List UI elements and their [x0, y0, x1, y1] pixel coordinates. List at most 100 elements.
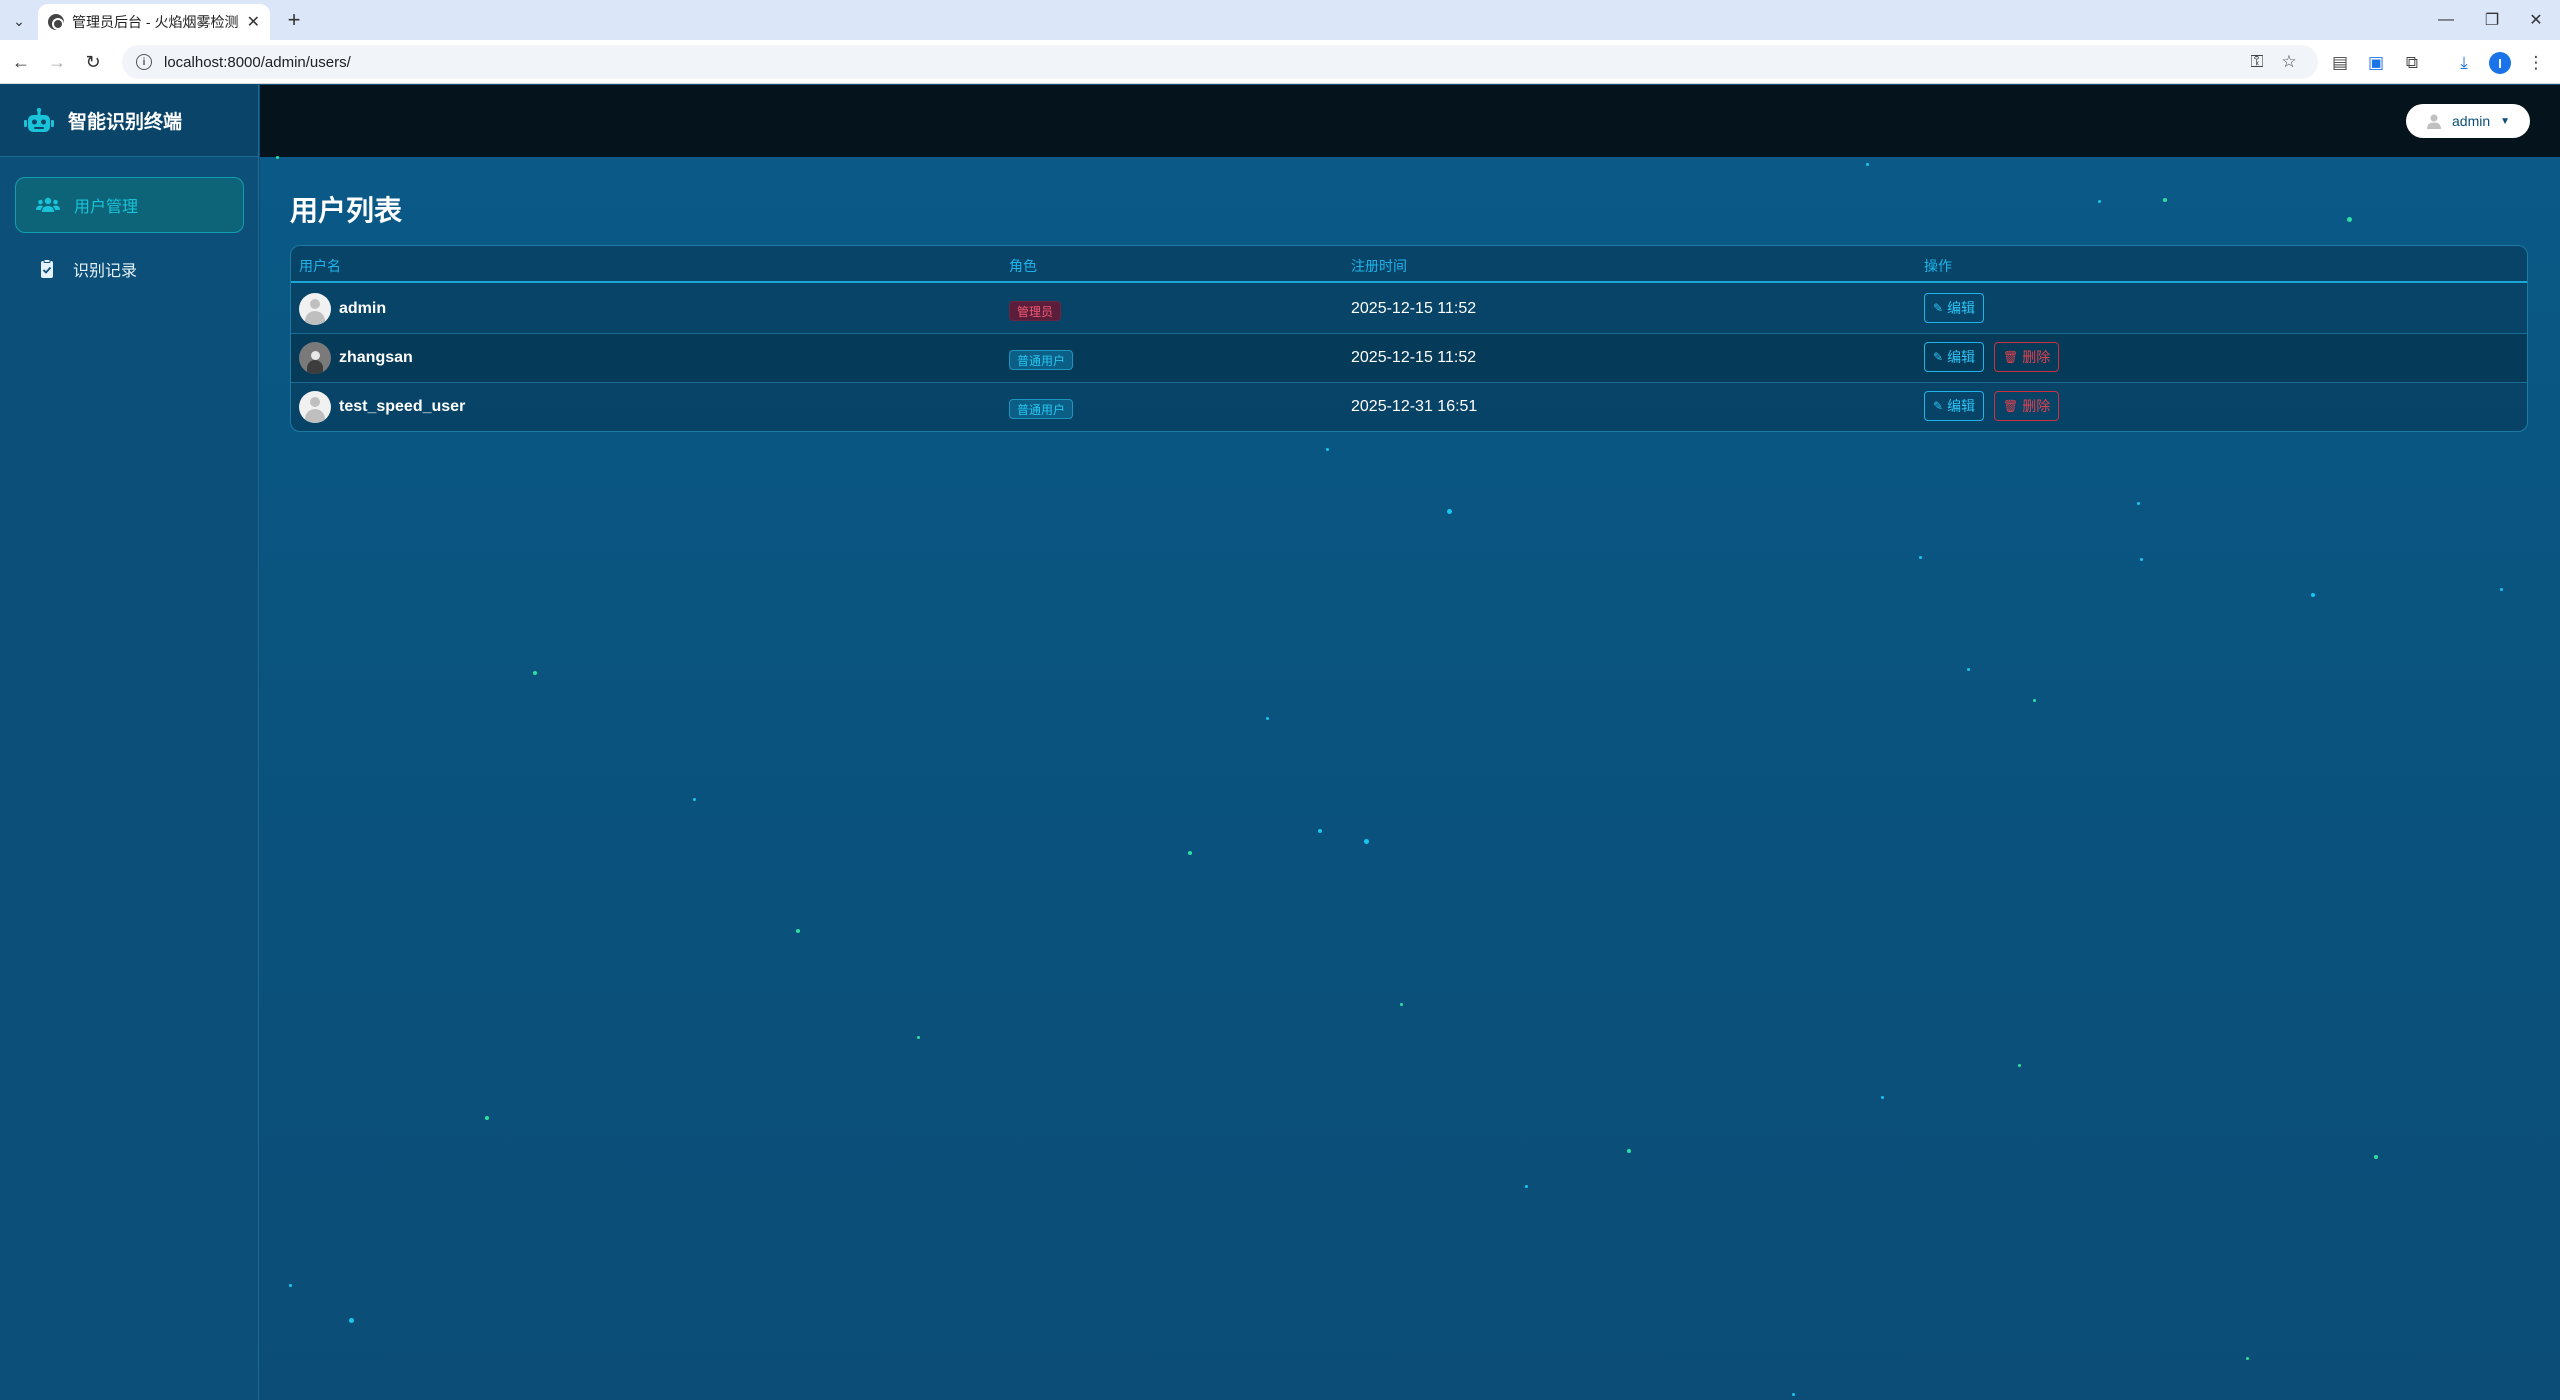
particle-dot: [1188, 851, 1192, 855]
table-row: test_speed_user 普通用户 2025-12-31 16:51 ✎ …: [291, 383, 2527, 431]
profile-avatar[interactable]: I: [2486, 49, 2514, 77]
reading-mode-icon[interactable]: ▤: [2326, 49, 2354, 77]
particle-dot: [2347, 217, 2352, 222]
particle-dot: [1525, 1185, 1528, 1188]
table-header: 用户名 角色 注册时间 操作: [291, 246, 2527, 283]
pencil-icon: ✎: [1933, 399, 1944, 413]
brand-name: 智能识别终端: [68, 112, 183, 133]
sidebar-item-users[interactable]: 用户管理: [15, 177, 244, 233]
restore-icon[interactable]: ❐: [2474, 4, 2510, 36]
browser-tab-bar: ⌄ 管理员后台 - 火焰烟雾检测系统 ✕ + — ❐ ✕: [0, 0, 2560, 40]
column-header-actions: 操作: [1924, 258, 1952, 274]
edit-button-label: 编辑: [1947, 398, 1976, 414]
particle-dot: [1627, 1149, 1631, 1153]
new-tab-button[interactable]: +: [280, 6, 308, 34]
particle-dot: [2140, 558, 2143, 561]
column-header-registered: 注册时间: [1351, 258, 1407, 274]
site-info-icon[interactable]: i: [136, 54, 152, 70]
column-header-role: 角色: [1009, 258, 1037, 274]
password-key-icon[interactable]: ⚿: [2244, 49, 2270, 75]
user-menu-button[interactable]: admin ▼: [2406, 104, 2530, 138]
avatar: [299, 342, 331, 374]
particle-dot: [693, 798, 696, 801]
pencil-icon: ✎: [1933, 350, 1944, 364]
username-cell: test_speed_user: [339, 398, 466, 415]
users-icon: [36, 197, 60, 212]
edit-button[interactable]: ✎ 编辑: [1924, 391, 1985, 421]
particle-dot: [917, 1036, 920, 1039]
trash-icon: 🗑: [2003, 399, 2019, 413]
column-header-username: 用户名: [299, 258, 341, 274]
username-cell: zhangsan: [339, 349, 413, 366]
bookmark-star-icon[interactable]: ☆: [2276, 49, 2302, 75]
particle-dot: [1866, 163, 1869, 166]
particle-dot: [2500, 588, 2503, 591]
particle-dot: [2163, 198, 2167, 202]
particle-dot: [276, 156, 279, 159]
browser-tab-active[interactable]: 管理员后台 - 火焰烟雾检测系统 ✕: [38, 4, 270, 40]
sidebar-item-records[interactable]: 识别记录: [15, 241, 244, 297]
particle-dot: [1266, 717, 1269, 720]
page-title: 用户列表: [290, 195, 403, 226]
clipboard-check-icon: [41, 259, 53, 278]
avatar: [299, 391, 331, 423]
registered-time-cell: 2025-12-15 11:52: [1351, 300, 1477, 317]
brand-header: 智能识别终端: [0, 85, 258, 157]
particle-dot: [796, 929, 800, 933]
delete-button[interactable]: 🗑 删除: [1994, 391, 2060, 421]
particle-dot: [1364, 839, 1369, 844]
address-bar[interactable]: i localhost:8000/admin/users/: [122, 45, 2318, 79]
extensions-puzzle-icon[interactable]: ⧉: [2398, 49, 2426, 77]
reload-icon[interactable]: ↻: [80, 49, 106, 75]
trash-icon: 🗑: [2003, 350, 2019, 364]
tab-title: 管理员后台 - 火焰烟雾检测系统: [72, 14, 239, 30]
url-text: localhost:8000/admin/users/: [164, 53, 351, 71]
minimize-icon[interactable]: —: [2428, 4, 2464, 36]
particle-dot: [1881, 1096, 1884, 1099]
back-arrow-icon[interactable]: ←: [8, 49, 34, 75]
user-menu-label: admin: [2452, 113, 2491, 129]
particle-dot: [2246, 1357, 2249, 1360]
forward-arrow-icon[interactable]: →: [44, 49, 70, 75]
particle-dot: [1967, 668, 1970, 671]
particle-dot: [2311, 593, 2315, 597]
registered-time-cell: 2025-12-31 16:51: [1351, 398, 1478, 415]
download-icon[interactable]: ⤓: [2450, 49, 2478, 77]
admin-app: 智能识别终端 用户管理 识别记录 admin ▼ 用户列表 用户名 角色 注册时…: [0, 85, 2560, 1400]
particle-dot: [1318, 829, 1322, 833]
sidebar: 智能识别终端 用户管理 识别记录: [0, 85, 259, 1400]
particle-dot: [2374, 1155, 2378, 1159]
role-badge: 管理员: [1009, 301, 1062, 321]
delete-button-label: 删除: [2022, 398, 2051, 414]
edit-button-label: 编辑: [1947, 300, 1976, 316]
particle-dot: [2137, 502, 2140, 505]
role-badge: 普通用户: [1009, 350, 1074, 370]
username-cell: admin: [339, 300, 387, 317]
sidebar-item-label: 识别记录: [73, 263, 138, 280]
window-close-icon[interactable]: ✕: [2518, 4, 2554, 36]
browser-toolbar: ← → ↻ i localhost:8000/admin/users/ ⚿ ☆ …: [0, 40, 2560, 84]
users-table: 用户名 角色 注册时间 操作 admin 管理员 2025-12-15 11:5…: [290, 245, 2528, 432]
globe-icon: [48, 14, 64, 30]
translate-extension-icon[interactable]: ▣: [2362, 49, 2390, 77]
registered-time-cell: 2025-12-15 11:52: [1351, 349, 1477, 366]
top-navbar: admin ▼: [260, 85, 2560, 157]
edit-button[interactable]: ✎ 编辑: [1924, 342, 1985, 372]
tab-search-chevron-icon[interactable]: ⌄: [6, 8, 32, 34]
sidebar-item-label: 用户管理: [74, 199, 139, 216]
role-badge: 普通用户: [1009, 399, 1074, 419]
close-tab-icon[interactable]: ✕: [247, 12, 260, 32]
browser-menu-icon[interactable]: ⋮: [2522, 49, 2550, 77]
user-icon: [2427, 114, 2441, 129]
avatar: [299, 293, 331, 325]
particle-dot: [1400, 1003, 1403, 1006]
edit-button-label: 编辑: [1947, 349, 1976, 365]
particle-dot: [2098, 200, 2101, 203]
robot-icon: [24, 107, 54, 132]
edit-button[interactable]: ✎ 编辑: [1924, 293, 1985, 323]
particle-dot: [533, 671, 537, 675]
delete-button[interactable]: 🗑 删除: [1994, 342, 2060, 372]
particle-dot: [1919, 556, 1922, 559]
particle-dot: [1326, 448, 1329, 451]
delete-button-label: 删除: [2022, 349, 2051, 365]
